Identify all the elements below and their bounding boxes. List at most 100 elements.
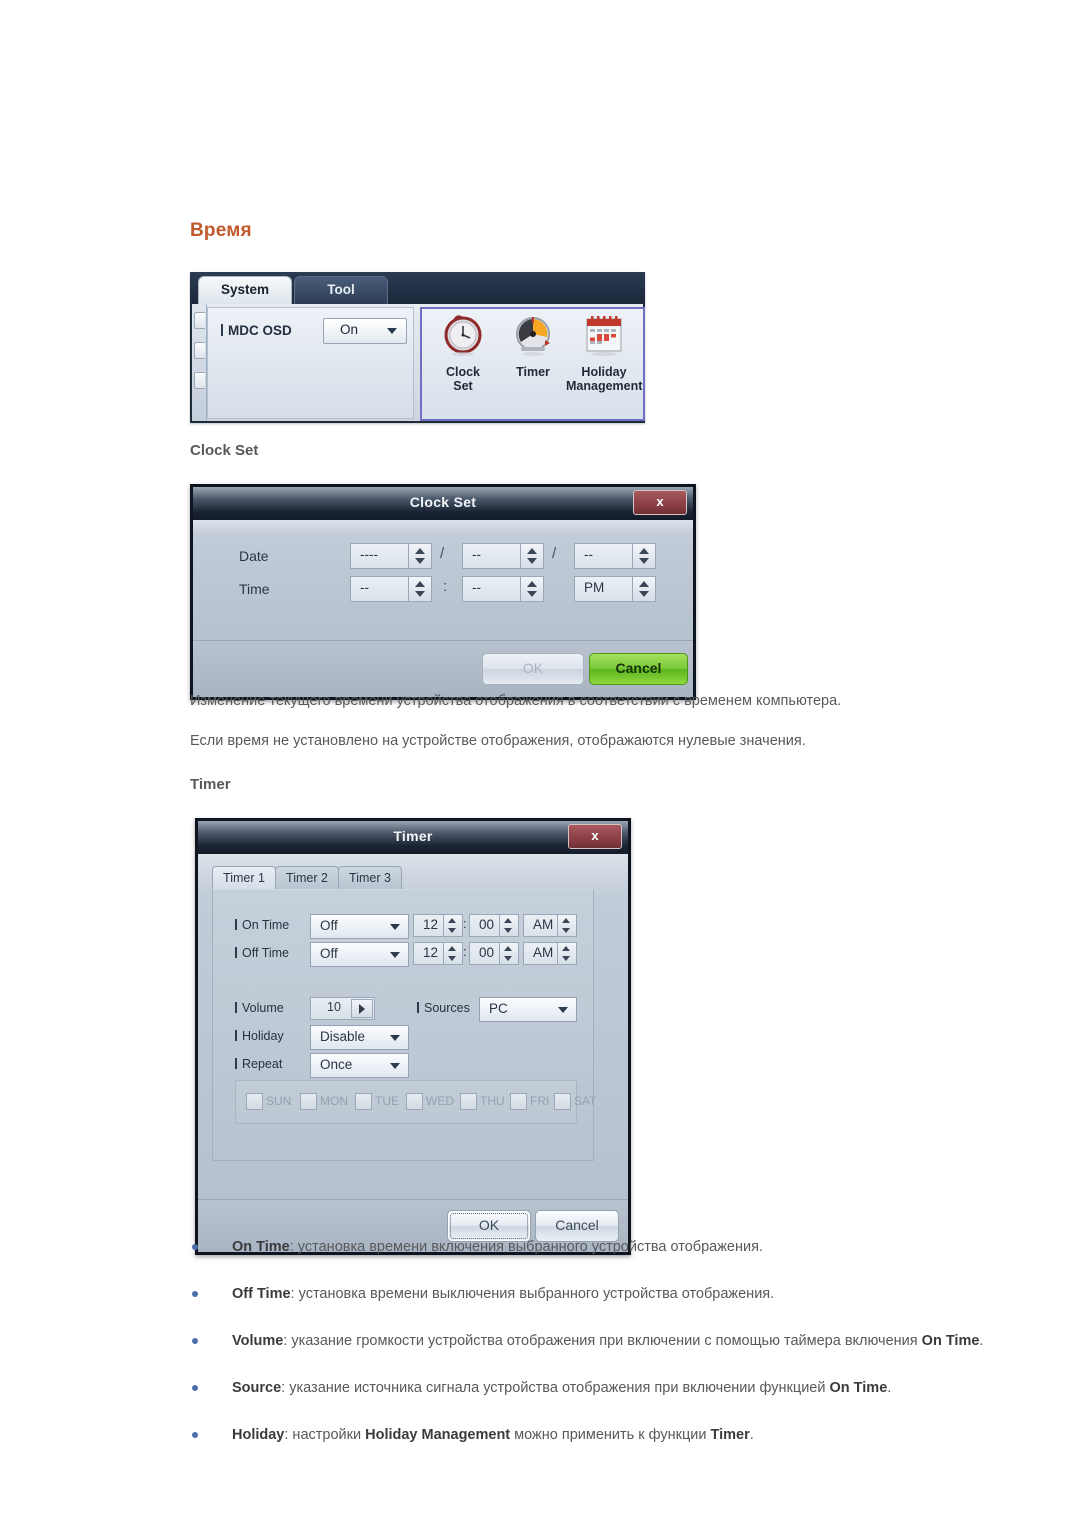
day-value: -- — [584, 547, 593, 562]
on-time-label: On Time — [235, 918, 289, 932]
clock-set-dialog: Clock Set x Date ---- / -- / -- Time -- — [190, 484, 696, 700]
on-time-minute-buttons[interactable] — [499, 915, 518, 936]
off-time-meridiem-buttons[interactable] — [557, 943, 576, 964]
cancel-button[interactable]: Cancel — [589, 653, 688, 685]
volume-value: 10 — [327, 1000, 341, 1014]
day-spinner-buttons[interactable] — [632, 544, 655, 568]
year-spinner[interactable]: ---- — [350, 543, 432, 569]
on-time-meridiem-buttons[interactable] — [557, 915, 576, 936]
chevron-down-icon — [390, 1035, 400, 1041]
meridiem-spinner-buttons[interactable] — [632, 577, 655, 601]
off-time-hour-value: 12 — [423, 945, 439, 960]
device-list-column — [192, 304, 207, 421]
on-time-minute-value: 00 — [479, 917, 495, 932]
tab-timer-2[interactable]: Timer 2 — [275, 866, 339, 891]
label-tue: TUE — [375, 1094, 399, 1108]
minute-spinner[interactable]: -- — [462, 576, 544, 602]
off-time-minute-spinner[interactable]: 00 — [469, 942, 519, 965]
holiday-value: Disable — [320, 1029, 366, 1044]
meridiem-value: PM — [584, 580, 605, 595]
desc-source: : указание источника сигнала устройства … — [281, 1380, 830, 1396]
off-time-hour-spinner[interactable]: 12 — [413, 942, 463, 965]
off-time-minute-buttons[interactable] — [499, 943, 518, 964]
desc-holiday-mid: можно применить к функции — [510, 1427, 711, 1443]
on-time-minute-spinner[interactable]: 00 — [469, 914, 519, 937]
minute-spinner-buttons[interactable] — [520, 577, 543, 601]
timer-icon-button[interactable]: Timer — [498, 314, 568, 379]
repeat-dropdown[interactable]: Once — [310, 1053, 409, 1078]
volume-increase-button[interactable] — [351, 999, 373, 1018]
list-item: On Time: установка времени включения выб… — [190, 1234, 1010, 1261]
checkbox-sat[interactable] — [554, 1093, 571, 1110]
desc-off-time: : установка времени выключения выбранног… — [290, 1286, 775, 1302]
on-time-hour-spinner[interactable]: 12 — [413, 914, 463, 937]
timer-content: Timer 1 Timer 2 Timer 3 On Time Off 12 :… — [198, 854, 628, 1199]
term-volume-ontime: On Time — [921, 1333, 980, 1349]
holiday-dropdown[interactable]: Disable — [310, 1025, 409, 1050]
term-holiday: Holiday — [232, 1427, 285, 1443]
mdc-osd-settings-box: MDC OSD On — [207, 307, 414, 419]
timer-dialog-title: Timer — [393, 828, 433, 844]
volume-stepper[interactable]: 10 — [310, 997, 375, 1020]
mdc-system-panel-screenshot: System Tool MDC OSD On Clock Set Timer H… — [190, 272, 645, 423]
on-time-mode-dropdown[interactable]: Off — [310, 914, 409, 939]
checkbox-wed[interactable] — [406, 1093, 423, 1110]
calendar-icon — [586, 316, 622, 356]
holiday-label: Holiday — [235, 1029, 284, 1043]
tab-timer-1[interactable]: Timer 1 — [212, 866, 276, 891]
label-wed: WED — [426, 1094, 454, 1108]
volume-label: Volume — [235, 1001, 284, 1015]
off-time-hour-buttons[interactable] — [443, 943, 462, 964]
off-time-meridiem-spinner[interactable]: AM — [523, 942, 577, 965]
paragraph-clock-sync: Изменение текущего времени устройства от… — [190, 693, 842, 709]
feature-description-list: On Time: установка времени включения выб… — [190, 1234, 1010, 1469]
list-item: Off Time: установка времени выключения в… — [190, 1281, 1010, 1308]
label-sun: SUN — [266, 1094, 292, 1108]
clock-set-icon-button[interactable]: Clock Set — [428, 314, 498, 393]
checkbox-fri[interactable] — [510, 1093, 527, 1110]
checkbox-mon[interactable] — [300, 1093, 317, 1110]
bullet-dot-icon — [192, 1338, 198, 1344]
on-time-hour-buttons[interactable] — [443, 915, 462, 936]
checkbox-sun[interactable] — [246, 1093, 263, 1110]
list-item: Source: указание источника сигнала устро… — [190, 1375, 1010, 1402]
chevron-down-icon — [558, 1007, 568, 1013]
year-spinner-buttons[interactable] — [408, 544, 431, 568]
meridiem-spinner[interactable]: PM — [574, 576, 656, 602]
field-marker-icon — [235, 1030, 237, 1041]
time-feature-icon-pane: Clock Set Timer Holiday Management — [420, 307, 645, 421]
bullet-dot-icon — [192, 1385, 198, 1391]
date-separator-2: / — [552, 545, 557, 562]
sources-dropdown[interactable]: PC — [479, 997, 577, 1022]
close-icon[interactable]: x — [568, 824, 622, 849]
device-stub — [194, 372, 205, 389]
month-spinner-buttons[interactable] — [520, 544, 543, 568]
chevron-down-icon — [390, 924, 400, 930]
bullet-dot-icon — [192, 1432, 198, 1438]
day-spinner[interactable]: -- — [574, 543, 656, 569]
on-time-meridiem-spinner[interactable]: AM — [523, 914, 577, 937]
holiday-management-icon-button[interactable]: Holiday Management — [566, 314, 642, 393]
on-time-separator: : — [463, 917, 467, 931]
hour-spinner[interactable]: -- — [350, 576, 432, 602]
month-spinner[interactable]: -- — [462, 543, 544, 569]
checkbox-tue[interactable] — [355, 1093, 372, 1110]
desc-volume-tail: . — [979, 1333, 984, 1349]
paragraph-clock-zero: Если время не установлено на устройстве … — [190, 733, 806, 749]
timer-caption: Timer — [516, 365, 550, 379]
minute-value: -- — [472, 580, 481, 595]
close-icon[interactable]: x — [633, 490, 687, 515]
hour-spinner-buttons[interactable] — [408, 577, 431, 601]
checkbox-thu[interactable] — [460, 1093, 477, 1110]
tab-system[interactable]: System — [198, 276, 292, 306]
label-sat: SAT — [574, 1094, 597, 1108]
ok-button[interactable]: OK — [482, 653, 584, 685]
off-time-label: Off Time — [235, 946, 289, 960]
mdc-osd-dropdown[interactable]: On — [323, 318, 407, 344]
tab-tool[interactable]: Tool — [294, 276, 388, 306]
clock-set-caption: Clock Set — [445, 365, 481, 393]
off-time-mode-dropdown[interactable]: Off — [310, 942, 409, 967]
field-marker-icon — [235, 1058, 237, 1069]
tab-timer-3[interactable]: Timer 3 — [338, 866, 402, 891]
sources-label: Sources — [417, 1001, 470, 1015]
